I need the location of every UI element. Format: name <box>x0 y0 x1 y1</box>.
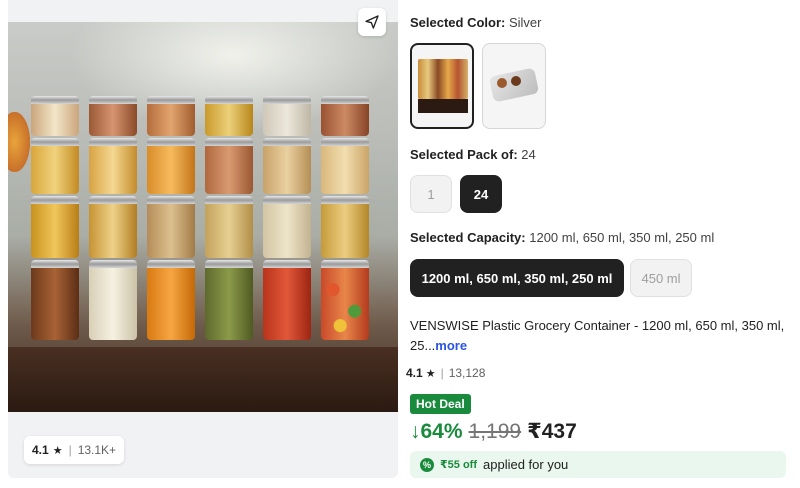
image-rating-count: 13.1K+ <box>77 443 117 457</box>
jar-column <box>260 96 314 360</box>
jar-column <box>202 96 256 360</box>
offer-amount: ₹55 off <box>440 459 477 471</box>
jar-medium <box>147 138 195 194</box>
jar-medium <box>89 138 137 194</box>
jar-small <box>321 96 369 136</box>
jar-small <box>89 96 137 136</box>
hot-deal-badge: Hot Deal <box>410 394 471 414</box>
product-rating-count: 13,128 <box>448 366 486 380</box>
jar-xlarge <box>263 260 311 340</box>
selected-pack-line: Selected Pack of: 24 <box>410 147 536 162</box>
swatch-thumbnail-base <box>418 99 468 113</box>
photo-leaf-decoration <box>8 112 30 172</box>
jar-column <box>318 96 372 360</box>
jar-column <box>86 96 140 360</box>
jar-large <box>147 196 195 258</box>
product-title: VENSWISE Plastic Grocery Container - 120… <box>410 316 795 356</box>
jar-xlarge <box>321 260 369 340</box>
divider: | <box>68 443 72 457</box>
jar-medium <box>321 138 369 194</box>
swatch-detail <box>511 76 521 86</box>
swatch-thumbnail <box>418 59 468 99</box>
selected-color-label: Selected Color: <box>410 15 506 30</box>
product-photo[interactable] <box>8 22 398 412</box>
color-swatch-silver[interactable] <box>410 43 474 129</box>
jar-small <box>205 96 253 136</box>
capacity-option-450ml[interactable]: 450 ml <box>630 259 692 297</box>
discount-value: 64% <box>420 420 463 443</box>
image-rating-value: 4.1 <box>32 443 49 457</box>
image-rating-chip[interactable]: 4.1 ★ | 13.1K+ <box>24 436 125 464</box>
discount-percent: ↓64% <box>410 420 463 444</box>
selected-capacity-line: Selected Capacity: 1200 ml, 650 ml, 350 … <box>410 230 714 245</box>
selected-color-value: Silver <box>508 15 542 30</box>
selected-color-line: Selected Color: Silver <box>410 15 542 30</box>
product-image-panel: 4.1 ★ | 13.1K+ <box>8 0 398 478</box>
offer-percent-icon: % <box>420 457 434 472</box>
swatch-detail <box>497 78 507 88</box>
share-button[interactable] <box>358 8 386 36</box>
star-icon: ★ <box>425 367 436 380</box>
jar-xlarge <box>147 260 195 340</box>
jar-large <box>31 196 79 258</box>
jar-large <box>205 196 253 258</box>
selected-capacity-label: Selected Capacity: <box>410 230 526 245</box>
selected-capacity-value: 1200 ml, 650 ml, 350 ml, 250 ml <box>529 230 715 245</box>
selected-pack-label: Selected Pack of: <box>410 147 518 162</box>
product-rating-row[interactable]: 4.1 ★ | 13,128 <box>406 366 485 380</box>
jar-large <box>263 196 311 258</box>
price-row: ↓64% 1,199 ₹437 <box>410 419 577 444</box>
pack-option-24[interactable]: 24 <box>460 175 502 213</box>
star-icon: ★ <box>52 444 63 457</box>
selected-pack-value: 24 <box>521 147 536 162</box>
offer-applied-bar[interactable]: % ₹55 off applied for you <box>410 451 786 478</box>
down-arrow-icon: ↓ <box>410 420 421 443</box>
jar-large <box>321 196 369 258</box>
jar-small <box>31 96 79 136</box>
more-link[interactable]: more <box>435 338 467 353</box>
jar-xlarge <box>31 260 79 340</box>
jar-small <box>263 96 311 136</box>
jar-medium <box>31 138 79 194</box>
jar-stack <box>28 96 384 360</box>
product-rating-value: 4.1 <box>406 366 423 380</box>
mrp-price: 1,199 <box>468 420 522 443</box>
jar-medium <box>205 138 253 194</box>
jar-xlarge <box>205 260 253 340</box>
color-swatch-alt[interactable] <box>482 43 546 129</box>
pack-option-1[interactable]: 1 <box>410 175 452 213</box>
jar-column <box>144 96 198 360</box>
capacity-option-mixed[interactable]: 1200 ml, 650 ml, 350 ml, 250 ml <box>410 259 624 297</box>
selling-price: ₹437 <box>527 420 577 443</box>
divider: | <box>440 366 444 380</box>
jar-column <box>28 96 82 360</box>
jar-xlarge <box>89 260 137 340</box>
share-icon <box>365 15 379 29</box>
jar-medium <box>263 138 311 194</box>
jar-small <box>147 96 195 136</box>
jar-large <box>89 196 137 258</box>
offer-text: applied for you <box>483 457 569 472</box>
